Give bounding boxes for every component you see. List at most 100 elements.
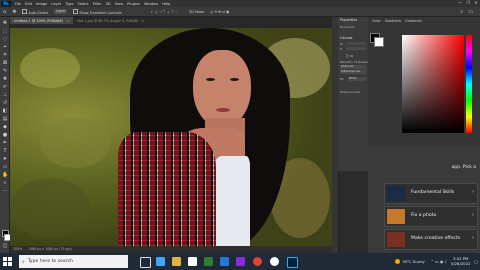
menu-filter[interactable]: Filter <box>91 2 104 6</box>
app-icon-2[interactable] <box>236 257 245 266</box>
weather-widget[interactable]: 35°C Sunny <box>395 258 425 265</box>
search-icon: ⌕ <box>22 258 25 265</box>
frame-tool-icon[interactable]: ⊠ <box>2 60 8 66</box>
blur-tool-icon[interactable]: ◆ <box>2 124 8 130</box>
tab-untitled-1[interactable]: Untitled-1 @ 100% (RGB/8#) × <box>10 17 74 24</box>
file-explorer-icon[interactable] <box>172 257 181 266</box>
more-tools-icon[interactable]: ··· <box>2 188 8 194</box>
rulers-grids-label: Rulers & Grids <box>340 90 360 94</box>
fill-dropdown[interactable]: White <box>347 77 366 81</box>
tray-icons[interactable]: ⌃ ▭ ◉ ♪ <box>431 259 447 264</box>
color-picker-field[interactable] <box>402 35 464 133</box>
camera-icon[interactable] <box>270 257 279 266</box>
menu-3d[interactable]: 3D <box>104 2 113 6</box>
mail-icon[interactable] <box>220 257 229 266</box>
menu-select[interactable]: Select <box>76 2 91 6</box>
store-icon[interactable] <box>188 257 197 266</box>
depth-dropdown[interactable]: 8 Bits/Channel <box>340 70 366 74</box>
move-tool-icon[interactable]: ✥ <box>2 20 8 26</box>
3d-mode-label: 3D Mode <box>189 9 205 14</box>
photoshop-taskbar-icon[interactable] <box>287 257 298 268</box>
chrome-icon[interactable] <box>253 257 262 266</box>
dodge-tool-icon[interactable]: ● <box>2 132 8 138</box>
align-icons[interactable]: ⊢ ⊥ ⊣ ⊤ ⊥ ⊤ ··· <box>151 10 178 14</box>
close-icon[interactable]: × <box>66 19 69 23</box>
menu-plugins[interactable]: Plugins <box>125 2 142 6</box>
hue-slider[interactable] <box>466 35 472 133</box>
show-transform-checkbox[interactable]: Show Transform Controls <box>73 8 122 15</box>
taskbar-search-box[interactable]: ⌕ Type here to search <box>19 255 128 268</box>
gradient-tool-icon[interactable]: ▤ <box>2 116 8 122</box>
menu-view[interactable]: View <box>113 2 126 6</box>
card-thumbnail <box>387 232 405 247</box>
brush-tool-icon[interactable]: ✐ <box>2 84 8 90</box>
menu-file[interactable]: File <box>13 2 23 6</box>
chevron-right-icon: › <box>472 212 474 218</box>
clone-stamp-tool-icon[interactable]: ⊥ <box>2 92 8 98</box>
menu-edit[interactable]: Edit <box>23 2 34 6</box>
tab-swatches[interactable]: Swatches <box>385 19 401 23</box>
3d-tool-icons[interactable]: ◎ ⟲ ✥ ⇄ ▣ <box>210 10 229 14</box>
zoom-level[interactable]: 100% <box>13 247 22 251</box>
crop-tool-icon[interactable]: ⌗ <box>2 52 8 58</box>
quick-mask-icon[interactable]: ◫ <box>2 243 8 249</box>
zoom-tool-icon[interactable]: ⌕ <box>2 180 8 186</box>
auto-select-checkbox[interactable]: Auto-Select <box>22 8 48 15</box>
history-brush-tool-icon[interactable]: ↺ <box>2 100 8 106</box>
learn-card-fundamental-skills[interactable]: Fundamental Skills › <box>384 183 478 204</box>
orientation-icons[interactable]: ▯ ▭ <box>346 53 353 58</box>
card-thumbnail <box>387 209 405 224</box>
properties-panel: Properties Document Canvas W H ▯ ▭ Resol… <box>338 17 369 171</box>
search-icon[interactable]: ⌕ <box>460 9 463 15</box>
minimize-button[interactable]: — <box>456 0 464 7</box>
pen-tool-icon[interactable]: ✒ <box>2 140 8 146</box>
chevron-right-icon: › <box>472 189 474 195</box>
workspace-icon[interactable]: ▭ <box>468 9 473 15</box>
tab-label: Not-1.jpg @ 66.7% (Layer 0, RGB/8) <box>77 18 139 23</box>
menu-image[interactable]: Image <box>34 2 49 6</box>
status-bar: 100% 1568 px x 1080 px (72 ppi) <box>10 246 332 252</box>
weather-text: 35°C Sunny <box>402 258 425 264</box>
move-tool-icon: ✥ <box>12 8 17 15</box>
document-image[interactable] <box>10 28 332 246</box>
menu-layer[interactable]: Layer <box>49 2 63 6</box>
healing-brush-tool-icon[interactable]: ✚ <box>2 76 8 82</box>
card-thumbnail <box>387 186 405 201</box>
learn-panel: app. Pick a Fundamental Skills › Fix a p… <box>368 145 480 253</box>
photoshop-logo-icon: Ps <box>1 0 11 7</box>
mode-dropdown[interactable]: RGB Color <box>340 65 366 69</box>
marquee-tool-icon[interactable]: ⬚ <box>2 28 8 34</box>
tab-not-1[interactable]: Not-1.jpg @ 66.7% (Layer 0, RGB/8) × <box>73 17 148 24</box>
rectangle-tool-icon[interactable]: ▭ <box>2 164 8 170</box>
menu-type[interactable]: Type <box>63 2 75 6</box>
lasso-tool-icon[interactable]: ◌ <box>2 36 8 42</box>
task-view-icon[interactable] <box>140 257 151 268</box>
close-icon[interactable]: × <box>141 19 144 23</box>
height-field[interactable] <box>346 47 366 50</box>
hand-tool-icon[interactable]: ✋ <box>2 172 8 178</box>
eraser-tool-icon[interactable]: ◧ <box>2 108 8 114</box>
width-field[interactable] <box>346 42 366 45</box>
eyedropper-tool-icon[interactable]: ✎ <box>2 68 8 74</box>
learn-card-creative-effects[interactable]: Make creative effects › <box>384 229 478 250</box>
notifications-icon[interactable]: ▢ <box>474 259 478 264</box>
type-tool-icon[interactable]: T <box>2 148 8 154</box>
layer-dropdown[interactable]: Layer <box>54 9 68 14</box>
background-swatch[interactable] <box>374 37 384 47</box>
object-select-tool-icon[interactable]: ⌖ <box>2 44 8 50</box>
learn-card-fix-a-photo[interactable]: Fix a photo › <box>384 206 478 227</box>
menu-help[interactable]: Help <box>160 2 172 6</box>
maximize-button[interactable]: ❐ <box>464 0 472 7</box>
card-title: Fundamental Skills <box>411 190 455 195</box>
windows-start-icon[interactable] <box>3 257 12 266</box>
home-icon[interactable]: ⌂ <box>3 9 6 15</box>
edge-icon[interactable] <box>156 257 165 266</box>
clock[interactable]: 3:02 PM 5/28/2022 <box>451 256 470 266</box>
tab-color[interactable]: Color <box>372 19 381 23</box>
close-button[interactable]: ✕ <box>472 0 480 7</box>
canvas-area[interactable] <box>10 24 332 246</box>
tab-gradients[interactable]: Gradients <box>405 19 422 23</box>
path-select-tool-icon[interactable]: ➤ <box>2 156 8 162</box>
app-icon[interactable] <box>204 257 213 266</box>
menu-window[interactable]: Window <box>142 2 160 6</box>
